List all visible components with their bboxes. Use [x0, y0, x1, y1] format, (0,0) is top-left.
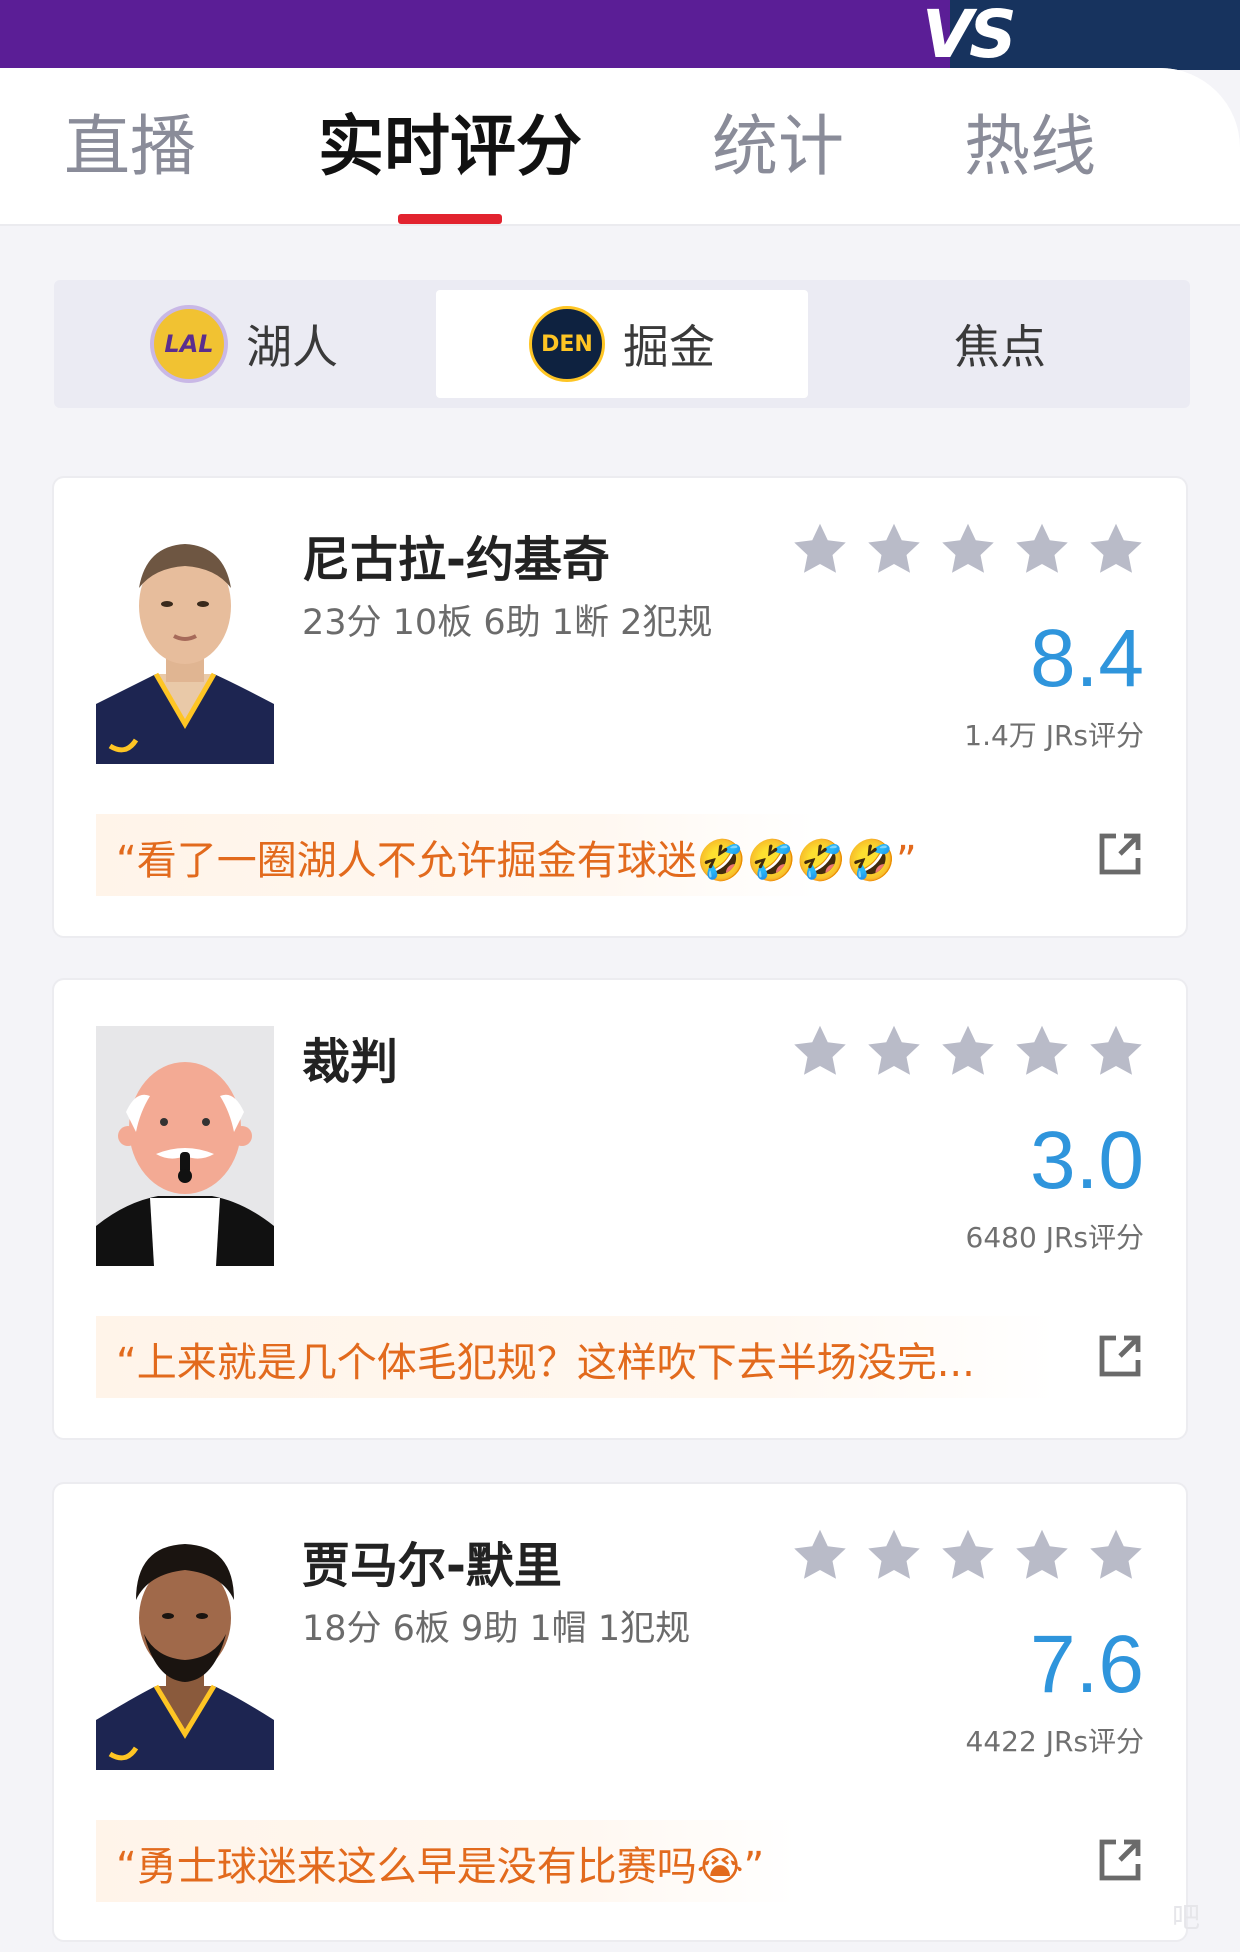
tab-live-rating[interactable]: 实时评分	[318, 114, 582, 180]
header-bar: VS	[0, 0, 1240, 70]
player-name: 贾马尔-默里	[302, 1538, 562, 1594]
nuggets-logo: DEN	[529, 306, 605, 382]
star-icon[interactable]	[1086, 1022, 1146, 1082]
rater-count: 1.4万 JRs评分	[964, 719, 1144, 752]
team-switch: LAL 湖人 DEN 掘金 焦点	[54, 280, 1190, 408]
player-photo	[96, 1530, 274, 1770]
rater-count: 6480 JRs评分	[965, 1221, 1144, 1254]
hot-comment[interactable]: “勇士球迷来这么早是没有比赛吗😭”	[96, 1820, 1144, 1902]
tab-live[interactable]: 直播	[64, 114, 196, 180]
star-icon[interactable]	[1086, 1526, 1146, 1586]
star-rating[interactable]	[790, 520, 1146, 580]
comment-text: “看了一圈湖人不允许掘金有球迷🤣🤣🤣🤣”	[116, 838, 917, 884]
player-name: 尼古拉-约基奇	[302, 532, 610, 588]
star-icon[interactable]	[864, 1526, 924, 1586]
comment-text: “勇士球迷来这么早是没有比赛吗😭”	[116, 1844, 765, 1890]
comment-text: “上来就是几个体毛犯规？这样吹下去半场没完...	[116, 1340, 975, 1386]
watermark: 吧	[1171, 1901, 1200, 1934]
vs-logo: VS	[922, 0, 1017, 70]
lakers-logo: LAL	[150, 305, 228, 383]
team-seg-focus-label: 焦点	[954, 320, 1046, 374]
star-icon[interactable]	[938, 1022, 998, 1082]
rating-score: 7.6	[1030, 1619, 1144, 1710]
player-photo	[96, 524, 274, 764]
star-icon[interactable]	[938, 1526, 998, 1586]
star-icon[interactable]	[1086, 520, 1146, 580]
referee-avatar	[96, 1026, 274, 1266]
star-icon[interactable]	[864, 520, 924, 580]
rating-card[interactable]: 贾马尔-默里 18分 6板 9助 1帽 1犯规 7.6 4422 JRs评分 “…	[54, 1484, 1186, 1940]
rater-count: 4422 JRs评分	[965, 1725, 1144, 1758]
rating-score: 8.4	[1030, 613, 1144, 704]
share-icon[interactable]	[1096, 1836, 1144, 1884]
team-seg-lakers-label: 湖人	[246, 320, 338, 374]
main-tabs: 直播 实时评分 统计 热线	[0, 68, 1240, 226]
star-icon[interactable]	[790, 1526, 850, 1586]
star-icon[interactable]	[1012, 520, 1072, 580]
rating-card[interactable]: 尼古拉-约基奇 23分 10板 6助 1断 2犯规 8.4 1.4万 JRs评分…	[54, 478, 1186, 936]
star-rating[interactable]	[790, 1022, 1146, 1082]
hot-comment[interactable]: “上来就是几个体毛犯规？这样吹下去半场没完...	[96, 1316, 1144, 1398]
star-icon[interactable]	[864, 1022, 924, 1082]
hot-comment[interactable]: “看了一圈湖人不允许掘金有球迷🤣🤣🤣🤣”	[96, 814, 1144, 896]
rating-score: 3.0	[1030, 1115, 1144, 1206]
team-seg-nuggets[interactable]: DEN 掘金	[436, 290, 808, 398]
player-stats: 23分 10板 6助 1断 2犯规	[302, 603, 713, 643]
tab-hotline[interactable]: 热线	[964, 114, 1096, 180]
star-icon[interactable]	[938, 520, 998, 580]
active-tab-indicator	[398, 214, 502, 224]
star-icon[interactable]	[790, 1022, 850, 1082]
star-icon[interactable]	[1012, 1022, 1072, 1082]
player-name: 裁判	[302, 1034, 399, 1090]
star-rating[interactable]	[790, 1526, 1146, 1586]
star-icon[interactable]	[1012, 1526, 1072, 1586]
team-seg-nuggets-label: 掘金	[623, 320, 715, 374]
team-seg-focus[interactable]: 焦点	[810, 290, 1190, 398]
player-stats: 18分 6板 9助 1帽 1犯规	[302, 1609, 691, 1649]
team-seg-lakers[interactable]: LAL 湖人	[54, 290, 434, 398]
share-icon[interactable]	[1096, 830, 1144, 878]
tab-stats[interactable]: 统计	[712, 114, 844, 180]
rating-card[interactable]: 裁判 3.0 6480 JRs评分 “上来就是几个体毛犯规？这样吹下去半场没完.…	[54, 980, 1186, 1438]
star-icon[interactable]	[790, 520, 850, 580]
share-icon[interactable]	[1096, 1332, 1144, 1380]
